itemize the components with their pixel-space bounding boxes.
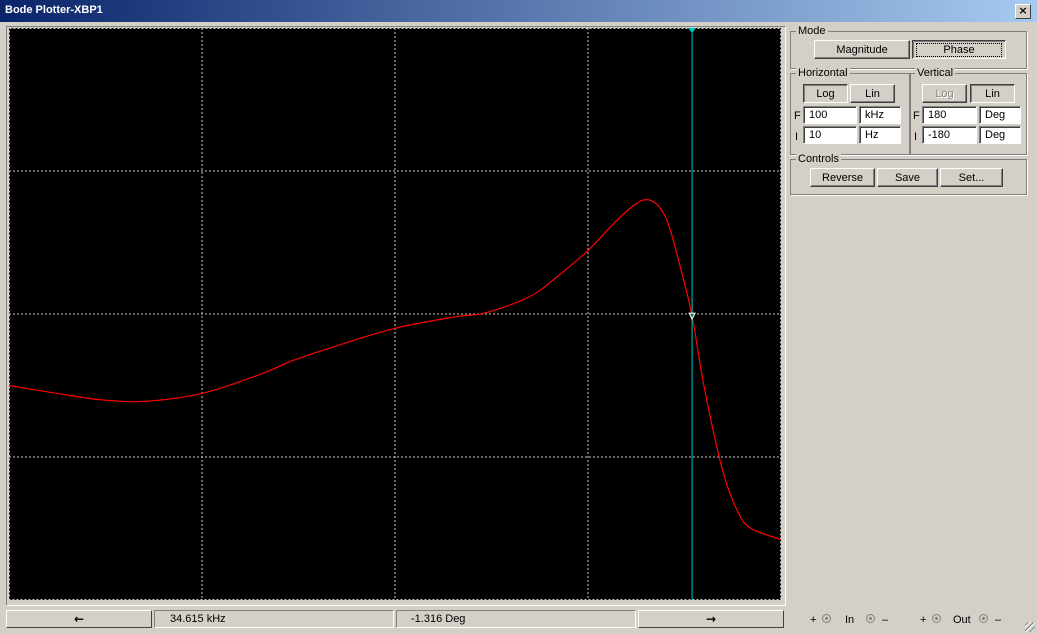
phase-button[interactable]: Phase xyxy=(912,40,1006,59)
resize-grip-icon[interactable] xyxy=(1025,622,1035,632)
vertical-final-unit-input[interactable]: Deg xyxy=(979,106,1021,124)
magnitude-button[interactable]: Magnitude xyxy=(814,40,910,59)
horizontal-lin-button[interactable]: Lin xyxy=(850,84,895,103)
right-arrow-icon: → xyxy=(705,612,717,626)
horizontal-log-button[interactable]: Log xyxy=(803,84,848,103)
out-minus-terminal-icon[interactable] xyxy=(979,614,988,623)
vertical-initial-value-input[interactable]: -180 xyxy=(922,126,977,144)
horizontal-final-value-input[interactable]: 100 xyxy=(803,106,857,124)
phase-readout: -1.316 Deg xyxy=(396,610,636,628)
horizontal-initial-label: I xyxy=(795,131,799,143)
reverse-button[interactable]: Reverse xyxy=(810,168,875,187)
magnitude-label: Magnitude xyxy=(836,44,888,56)
vertical-initial-unit-input[interactable]: Deg xyxy=(979,126,1021,144)
save-button[interactable]: Save xyxy=(877,168,938,187)
in-plus-label: + xyxy=(810,614,817,626)
horizontal-final-unit-input[interactable]: kHz xyxy=(859,106,901,124)
horizontal-initial-value-input[interactable]: 10 xyxy=(803,126,857,144)
in-minus-terminal-icon[interactable] xyxy=(866,614,875,623)
out-plus-terminal-icon[interactable] xyxy=(932,614,941,623)
vertical-initial-label: I xyxy=(914,131,918,143)
close-icon[interactable]: × xyxy=(1015,4,1031,19)
horizontal-label: Horizontal xyxy=(796,67,850,79)
horizontal-initial-unit-input[interactable]: Hz xyxy=(859,126,901,144)
cursor-left-button[interactable]: ← xyxy=(6,610,152,628)
phase-label: Phase xyxy=(916,43,1002,57)
out-minus-label: – xyxy=(995,614,1002,626)
cursor-right-button[interactable]: → xyxy=(638,610,784,628)
vertical-label: Vertical xyxy=(915,67,956,79)
horizontal-final-label: F xyxy=(794,110,801,122)
bode-plot-display[interactable] xyxy=(9,28,781,600)
in-label: In xyxy=(845,614,855,626)
in-plus-terminal-icon[interactable] xyxy=(822,614,831,623)
vertical-log-button[interactable]: Log xyxy=(922,84,967,103)
left-arrow-icon: ← xyxy=(73,612,85,626)
in-minus-label: – xyxy=(882,614,889,626)
controls-label: Controls xyxy=(796,153,841,165)
out-label: Out xyxy=(953,614,971,626)
vertical-final-label: F xyxy=(913,110,920,122)
vertical-lin-button[interactable]: Lin xyxy=(970,84,1015,103)
set-button[interactable]: Set... xyxy=(940,168,1003,187)
out-plus-label: + xyxy=(920,614,927,626)
mode-label: Mode xyxy=(796,25,828,37)
window-title: Bode Plotter-XBP1 xyxy=(5,4,103,16)
frequency-readout: 34.615 kHz xyxy=(154,610,394,628)
vertical-final-value-input[interactable]: 180 xyxy=(922,106,977,124)
title-bar: Bode Plotter-XBP1 × xyxy=(0,0,1037,22)
